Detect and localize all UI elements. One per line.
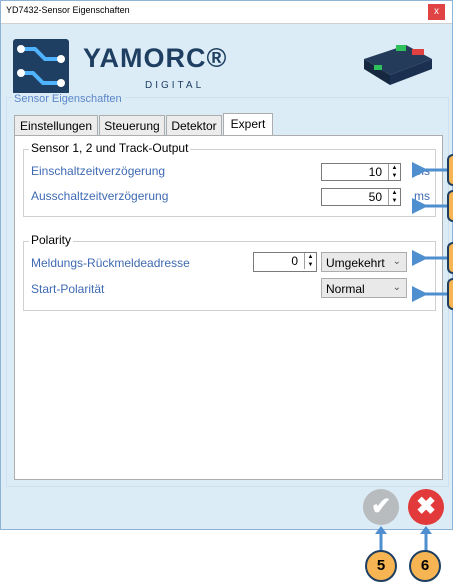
start-polarity-label: Start-Polarität bbox=[31, 282, 105, 296]
start-polarity-select[interactable]: Normal ⌄ bbox=[321, 278, 407, 298]
switch-off-delay-label: Ausschaltzeitverzögerung bbox=[31, 189, 169, 203]
polarity-mode-value: Umgekehrt bbox=[326, 256, 385, 270]
polarity-mode-select[interactable]: Umgekehrt ⌄ bbox=[321, 252, 407, 272]
switch-off-delay-spin[interactable]: ▲ ▼ bbox=[388, 189, 400, 205]
window-title: YD7432-Sensor Eigenschaften bbox=[6, 5, 130, 15]
switch-on-delay-spin[interactable]: ▲ ▼ bbox=[388, 164, 400, 180]
chevron-down-icon: ⌄ bbox=[392, 282, 401, 293]
brand-name: YAMORC® bbox=[83, 43, 228, 73]
callout-marker-1 bbox=[447, 154, 453, 186]
switch-off-delay-value: 50 bbox=[368, 190, 382, 204]
callout-marker-3 bbox=[447, 242, 453, 274]
feedback-address-label: Meldungs-Rückmeldeadresse bbox=[31, 256, 190, 270]
brand-sub: DIGITAL bbox=[145, 80, 205, 91]
x-circle-icon: ✖ bbox=[415, 493, 437, 520]
sensor-legend: Sensor 1, 2 und Track-Output bbox=[29, 141, 191, 155]
feedback-address-spin[interactable]: ▲ ▼ bbox=[304, 253, 316, 269]
switch-on-delay-stepper[interactable]: 10 ▲ ▼ bbox=[321, 163, 401, 181]
title-bar: YD7432-Sensor Eigenschaften x bbox=[1, 1, 452, 24]
button-callout-arrows bbox=[375, 526, 432, 552]
tab-einstellungen[interactable]: Einstellungen bbox=[14, 115, 98, 136]
feedback-address-value: 0 bbox=[291, 254, 298, 268]
decoder-device-image bbox=[364, 45, 432, 85]
yamorc-logo: YAMORC® DIGITAL bbox=[11, 33, 271, 97]
sensor-fieldset bbox=[23, 149, 436, 217]
callout-6: 6 bbox=[409, 550, 441, 582]
ok-button[interactable]: ✔ bbox=[363, 489, 399, 525]
tab-steuerung[interactable]: Steuerung bbox=[99, 115, 165, 136]
cancel-button[interactable]: ✖ bbox=[408, 489, 444, 525]
callout-5: 5 bbox=[365, 550, 397, 582]
circuit-logo-icon bbox=[13, 39, 69, 95]
check-icon: ✔ bbox=[370, 493, 392, 520]
switch-on-delay-value: 10 bbox=[368, 165, 382, 179]
close-button[interactable]: x bbox=[428, 4, 445, 20]
callout-marker-4 bbox=[447, 278, 453, 310]
chevron-down-icon: ⌄ bbox=[392, 256, 401, 267]
tab-detektor[interactable]: Detektor bbox=[166, 115, 222, 136]
tab-panel-expert: Sensor 1, 2 und Track-Output Einschaltze… bbox=[14, 135, 443, 480]
switch-on-delay-label: Einschaltzeitverzögerung bbox=[31, 164, 166, 178]
start-polarity-value: Normal bbox=[326, 282, 365, 296]
feedback-address-stepper[interactable]: 0 ▲ ▼ bbox=[253, 252, 317, 272]
group-title: Sensor Eigenschaften bbox=[12, 93, 124, 105]
switch-off-delay-stepper[interactable]: 50 ▲ ▼ bbox=[321, 188, 401, 206]
polarity-legend: Polarity bbox=[29, 233, 74, 247]
tab-expert[interactable]: Expert bbox=[223, 113, 273, 136]
callout-marker-2 bbox=[447, 190, 453, 222]
